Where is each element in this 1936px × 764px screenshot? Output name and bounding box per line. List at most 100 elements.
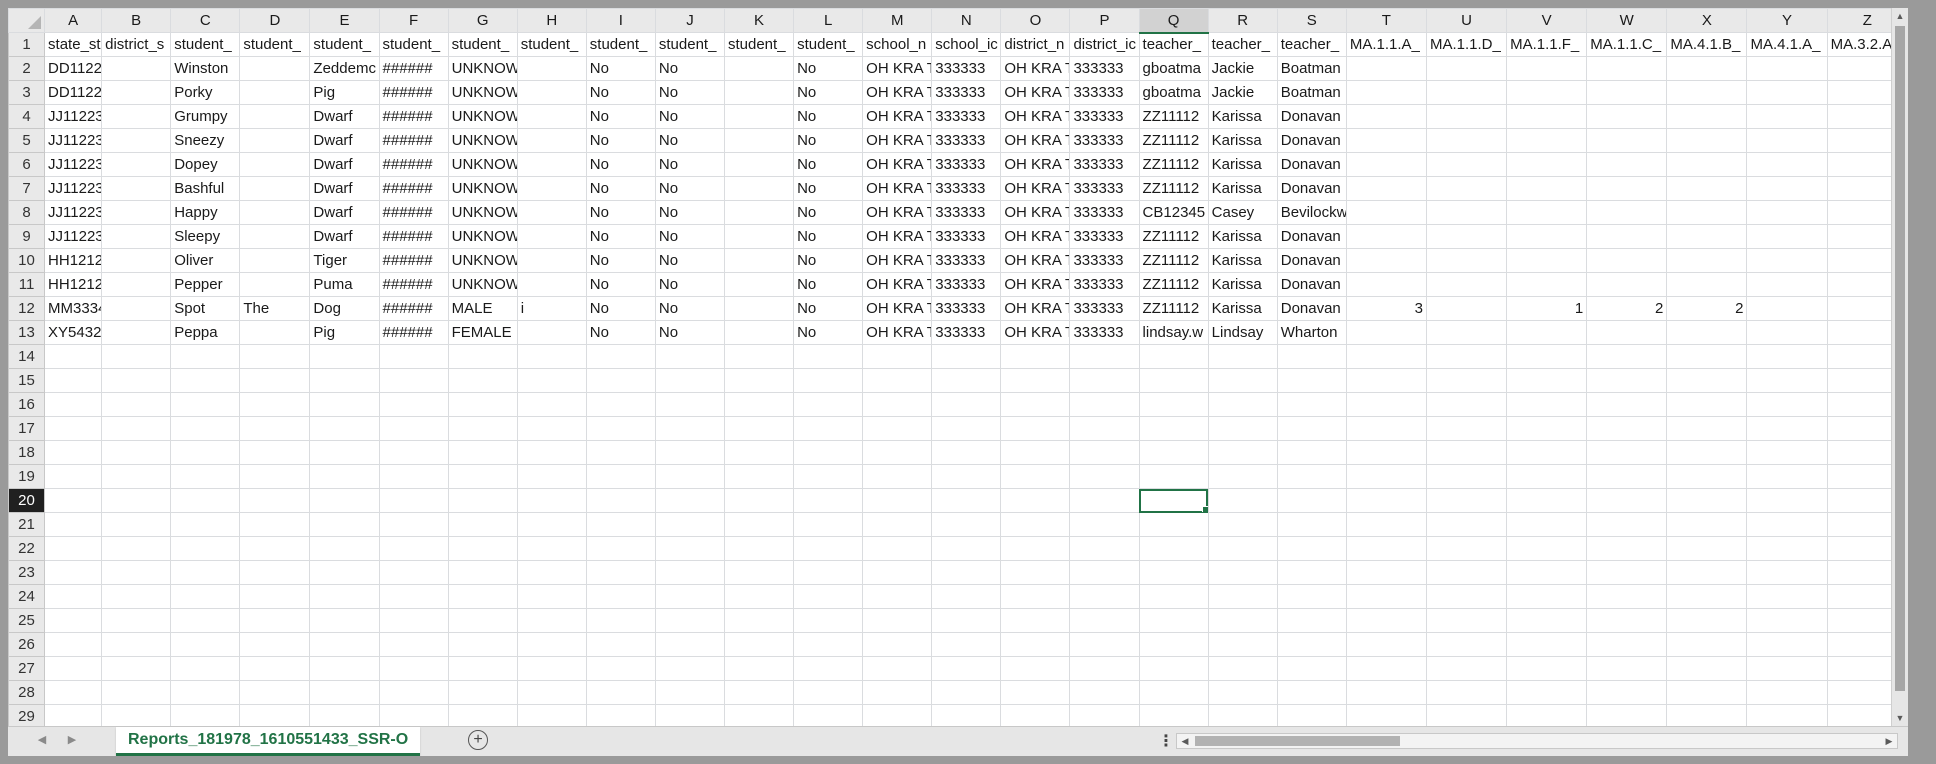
cell-d8[interactable] (239, 200, 311, 225)
cell-w9[interactable] (1586, 224, 1668, 249)
cell-m25[interactable] (862, 608, 933, 633)
cell-j10[interactable]: No (654, 248, 725, 273)
cell-v7[interactable] (1506, 176, 1588, 201)
cell-c9[interactable]: Sleepy (170, 224, 241, 249)
row-header[interactable]: 24 (8, 584, 46, 609)
cell-j17[interactable] (654, 416, 725, 441)
cell-r25[interactable] (1207, 608, 1278, 633)
cell-q20[interactable] (1138, 488, 1209, 513)
cell-v27[interactable] (1506, 656, 1588, 681)
row-header[interactable]: 21 (8, 512, 46, 537)
cell-k11[interactable] (723, 272, 795, 297)
cell-s24[interactable] (1276, 584, 1347, 609)
cell-o8[interactable]: OH KRA T (1000, 200, 1071, 225)
cell-f11[interactable]: ###### (378, 272, 449, 297)
cell-q15[interactable] (1138, 368, 1209, 393)
cell-l29[interactable] (793, 704, 864, 726)
cell-f19[interactable] (378, 464, 449, 489)
cell-u1[interactable]: MA.1.1.D_ (1425, 32, 1508, 57)
cell-b20[interactable] (101, 488, 172, 513)
cell-g24[interactable] (447, 584, 518, 609)
cell-a28[interactable] (44, 680, 103, 705)
cell-m27[interactable] (862, 656, 933, 681)
cell-c16[interactable] (170, 392, 241, 417)
cell-a12[interactable]: MM3334444 (44, 296, 103, 321)
cell-f3[interactable]: ###### (378, 80, 449, 105)
cell-m3[interactable]: OH KRA T (862, 80, 933, 105)
cell-r29[interactable] (1207, 704, 1278, 726)
cell-v6[interactable] (1506, 152, 1588, 177)
cell-t15[interactable] (1345, 368, 1427, 393)
cell-v14[interactable] (1506, 344, 1588, 369)
cell-i20[interactable] (585, 488, 656, 513)
cell-o28[interactable] (1000, 680, 1071, 705)
cell-c3[interactable]: Porky (170, 80, 241, 105)
cell-r1[interactable]: teacher_ (1207, 32, 1278, 57)
column-header-g[interactable]: G (447, 8, 518, 33)
cell-d10[interactable] (239, 248, 311, 273)
cell-x5[interactable] (1666, 128, 1748, 153)
cell-p13[interactable]: 333333 (1069, 320, 1140, 345)
cell-b21[interactable] (101, 512, 172, 537)
cell-n10[interactable]: 333333 (931, 248, 1002, 273)
cell-p9[interactable]: 333333 (1069, 224, 1140, 249)
row-header[interactable]: 23 (8, 560, 46, 585)
cell-k28[interactable] (723, 680, 795, 705)
cell-h7[interactable] (516, 176, 587, 201)
cell-e15[interactable] (309, 368, 380, 393)
cell-j22[interactable] (654, 536, 725, 561)
cell-g1[interactable]: student_ (447, 32, 518, 57)
cell-h25[interactable] (516, 608, 587, 633)
cell-y7[interactable] (1746, 176, 1828, 201)
cell-v17[interactable] (1506, 416, 1588, 441)
cell-c25[interactable] (170, 608, 241, 633)
cell-h21[interactable] (516, 512, 587, 537)
cell-w23[interactable] (1586, 560, 1668, 585)
cell-k23[interactable] (723, 560, 795, 585)
cell-y14[interactable] (1746, 344, 1828, 369)
cell-k1[interactable]: student_ (723, 32, 795, 57)
cell-h6[interactable] (516, 152, 587, 177)
row-header[interactable]: 11 (8, 272, 46, 297)
cell-u10[interactable] (1425, 248, 1508, 273)
cell-x23[interactable] (1666, 560, 1748, 585)
cell-y11[interactable] (1746, 272, 1828, 297)
cell-e14[interactable] (309, 344, 380, 369)
cell-p5[interactable]: 333333 (1069, 128, 1140, 153)
cell-l16[interactable] (793, 392, 864, 417)
cell-d12[interactable]: The (239, 296, 311, 321)
cell-n16[interactable] (931, 392, 1002, 417)
cell-t27[interactable] (1345, 656, 1427, 681)
cell-k3[interactable] (723, 80, 795, 105)
cell-t2[interactable] (1345, 56, 1427, 81)
cell-v28[interactable] (1506, 680, 1588, 705)
cell-v10[interactable] (1506, 248, 1588, 273)
cell-f25[interactable] (378, 608, 449, 633)
cell-b23[interactable] (101, 560, 172, 585)
cell-q12[interactable]: ZZ11112 (1138, 296, 1209, 321)
cell-r13[interactable]: Lindsay (1207, 320, 1278, 345)
cell-s12[interactable]: Donavan (1276, 296, 1347, 321)
cell-x28[interactable] (1666, 680, 1748, 705)
cell-r18[interactable] (1207, 440, 1278, 465)
cell-e2[interactable]: Zeddemc (309, 56, 380, 81)
prev-sheet-icon[interactable]: ◀ (34, 733, 50, 746)
cell-a11[interactable]: HH1212122 (44, 272, 103, 297)
cell-w10[interactable] (1586, 248, 1668, 273)
cell-y25[interactable] (1746, 608, 1828, 633)
cell-w22[interactable] (1586, 536, 1668, 561)
cell-t22[interactable] (1345, 536, 1427, 561)
cell-f8[interactable]: ###### (378, 200, 449, 225)
cell-c24[interactable] (170, 584, 241, 609)
cell-r7[interactable]: Karissa (1207, 176, 1278, 201)
cell-e12[interactable]: Dog (309, 296, 380, 321)
cell-q27[interactable] (1138, 656, 1209, 681)
cell-a16[interactable] (44, 392, 103, 417)
cell-m10[interactable]: OH KRA T (862, 248, 933, 273)
cell-x14[interactable] (1666, 344, 1748, 369)
cell-s4[interactable]: Donavan (1276, 104, 1347, 129)
cell-u18[interactable] (1425, 440, 1508, 465)
cell-g10[interactable]: UNKNOWN (447, 248, 518, 273)
cell-q13[interactable]: lindsay.w (1138, 320, 1209, 345)
cell-c21[interactable] (170, 512, 241, 537)
